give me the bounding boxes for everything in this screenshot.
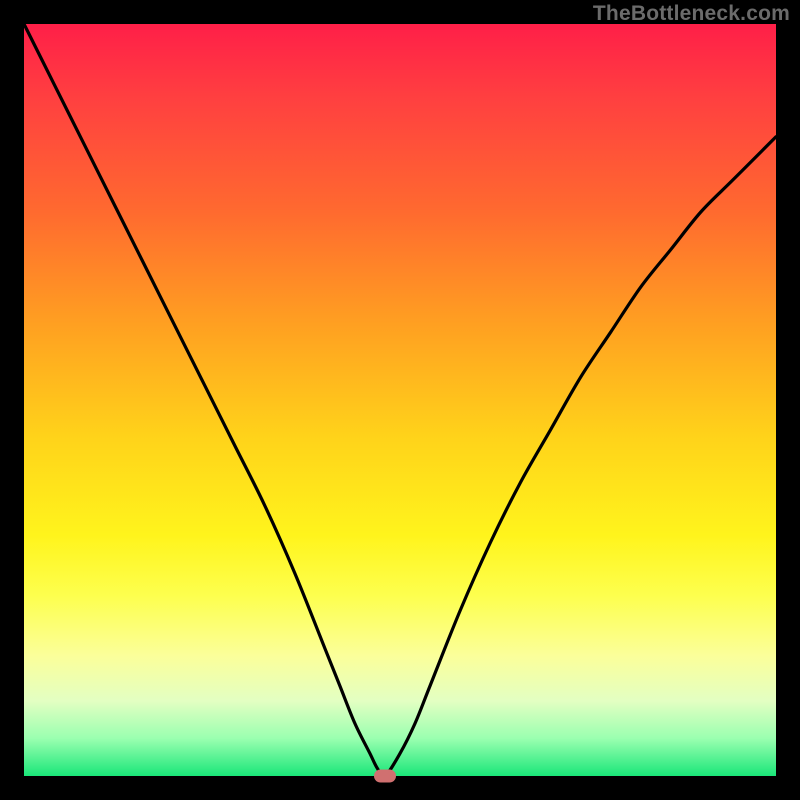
chart-frame: TheBottleneck.com <box>0 0 800 800</box>
bottleneck-curve <box>24 24 776 777</box>
minimum-marker <box>374 770 396 783</box>
plot-area <box>24 24 776 776</box>
curve-svg <box>24 24 776 776</box>
watermark-text: TheBottleneck.com <box>593 2 790 26</box>
